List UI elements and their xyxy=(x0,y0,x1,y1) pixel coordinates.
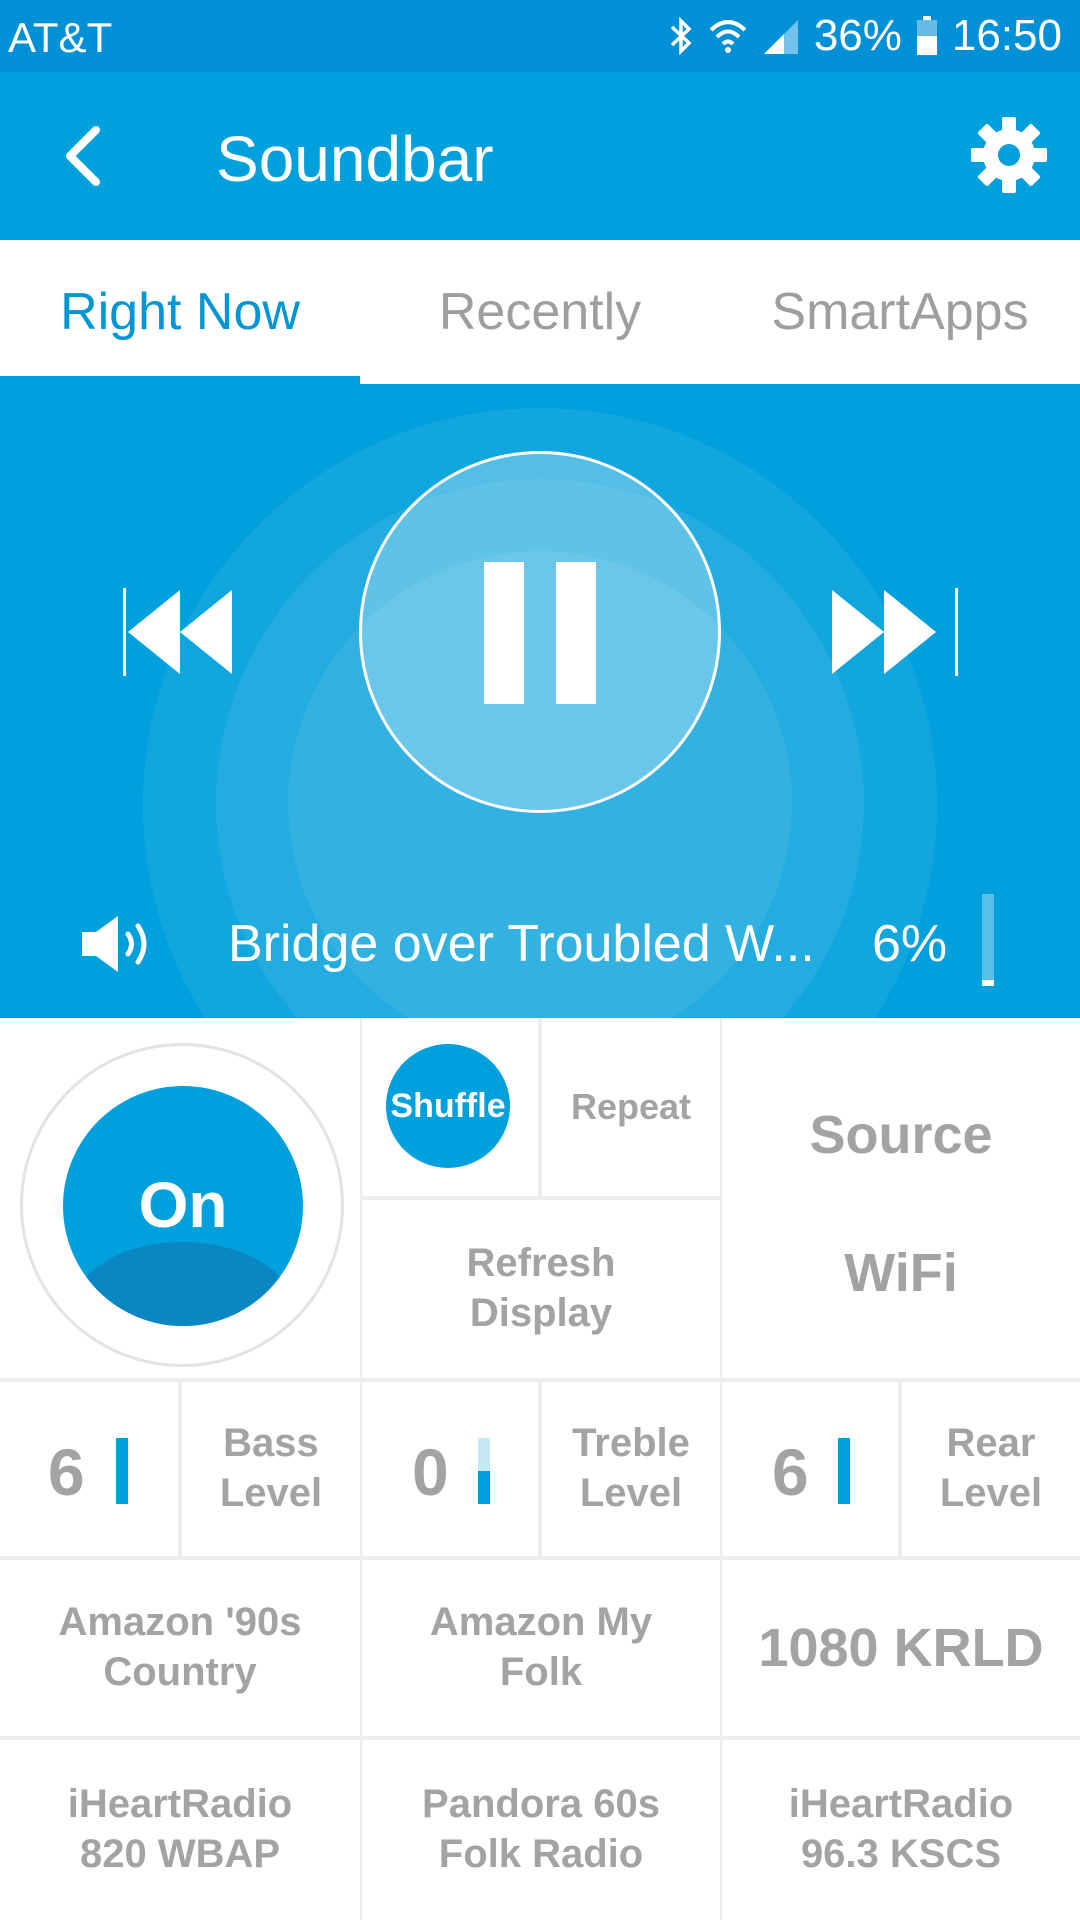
rear-level-label: Rear Level xyxy=(939,1421,1043,1515)
volume-percent: 6% xyxy=(872,915,948,973)
rear-level-button[interactable]: Rear Level xyxy=(902,1382,1080,1556)
repeat-button[interactable]: Repeat xyxy=(542,1018,720,1196)
control-grid: On Shuffle Repeat Source WiFi Refresh Di… xyxy=(0,1018,1080,1920)
preset-label: Amazon My Folk xyxy=(429,1600,653,1694)
treble-level-value-tile[interactable]: 0 xyxy=(362,1382,538,1556)
next-icon xyxy=(832,588,958,676)
source-value: WiFi xyxy=(844,1243,958,1303)
repeat-label: Repeat xyxy=(570,1085,692,1127)
power-tile: On xyxy=(0,1018,360,1378)
previous-track-button[interactable] xyxy=(120,584,252,680)
power-button-shade xyxy=(71,1242,295,1326)
pause-icon xyxy=(556,562,596,704)
rear-level-bar xyxy=(838,1438,850,1504)
refresh-display-button[interactable]: Refresh Display xyxy=(362,1200,720,1378)
tab-bar: Right Now Recently SmartApps xyxy=(0,240,1080,384)
volume-slider-fill xyxy=(982,980,994,986)
volume-button[interactable] xyxy=(80,912,162,976)
preset-tile[interactable]: 1080 KRLD xyxy=(722,1560,1080,1736)
preset-tile[interactable]: iHeartRadio 820 WBAP xyxy=(0,1740,360,1920)
source-button[interactable]: Source WiFi xyxy=(722,1018,1080,1378)
volume-slider[interactable] xyxy=(982,894,994,986)
refresh-display-label: Refresh Display xyxy=(466,1241,616,1335)
preset-tile[interactable]: iHeartRadio 96.3 KSCS xyxy=(722,1740,1080,1920)
battery-icon xyxy=(916,16,938,56)
player-panel: Bridge over Troubled W... 6% xyxy=(0,384,1080,1018)
source-label: Source xyxy=(809,1105,993,1165)
rear-level-bar-fill xyxy=(838,1438,850,1504)
wifi-icon xyxy=(708,16,748,56)
tab-recently[interactable]: Recently xyxy=(360,240,720,384)
gear-icon xyxy=(971,117,1047,193)
bass-level-bar-fill xyxy=(116,1438,128,1504)
next-track-button[interactable] xyxy=(828,584,960,680)
preset-label: Amazon '90s Country xyxy=(58,1600,302,1694)
signal-icon xyxy=(762,16,800,56)
pause-icon xyxy=(484,562,524,704)
bass-level-label: Bass Level xyxy=(219,1421,323,1515)
track-title: Bridge over Troubled W... xyxy=(228,915,815,973)
preset-tile[interactable]: Pandora 60s Folk Radio xyxy=(362,1740,720,1920)
pause-button[interactable] xyxy=(359,451,721,813)
preset-label: iHeartRadio 96.3 KSCS xyxy=(788,1782,1014,1876)
active-tab-indicator xyxy=(0,376,360,384)
power-button[interactable]: On xyxy=(63,1086,303,1326)
rear-level-value-tile[interactable]: 6 xyxy=(722,1382,898,1556)
preset-label: 1080 KRLD xyxy=(758,1617,1044,1678)
bass-level-button[interactable]: Bass Level xyxy=(182,1382,360,1556)
shuffle-button[interactable]: Shuffle xyxy=(386,1044,510,1168)
bass-level-value: 6 xyxy=(48,1435,85,1509)
power-label: On xyxy=(138,1169,228,1241)
bass-level-bar xyxy=(116,1438,128,1504)
carrier-label: AT&T xyxy=(8,14,113,61)
treble-level-button[interactable]: Treble Level xyxy=(542,1382,720,1556)
back-button[interactable] xyxy=(48,118,124,194)
status-icons: 36% 16:50 xyxy=(668,11,1062,60)
bass-level-value-tile[interactable]: 6 xyxy=(0,1382,178,1556)
bluetooth-icon xyxy=(668,16,694,56)
previous-icon xyxy=(123,588,232,676)
tab-smartapps[interactable]: SmartApps xyxy=(720,240,1080,384)
clock: 16:50 xyxy=(951,11,1062,60)
tab-right-now[interactable]: Right Now xyxy=(0,240,360,384)
treble-level-label: Treble Level xyxy=(572,1421,690,1515)
treble-level-bar xyxy=(478,1438,490,1504)
preset-tile[interactable]: Amazon '90s Country xyxy=(0,1560,360,1736)
page-title: Soundbar xyxy=(216,123,494,195)
battery-percent: 36% xyxy=(813,11,902,60)
preset-label: Pandora 60s Folk Radio xyxy=(422,1782,660,1876)
treble-level-bar-fill xyxy=(478,1471,490,1504)
chevron-left-icon xyxy=(66,126,100,186)
settings-button[interactable] xyxy=(970,116,1048,194)
status-bar: AT&T 36% 16:50 xyxy=(0,0,1080,72)
treble-level-value: 0 xyxy=(412,1435,449,1509)
speaker-icon xyxy=(82,916,147,972)
power-ring: On xyxy=(20,1043,344,1367)
preset-tile[interactable]: Amazon My Folk xyxy=(362,1560,720,1736)
preset-label: iHeartRadio 820 WBAP xyxy=(67,1782,293,1876)
app-bar: Soundbar xyxy=(0,72,1080,240)
shuffle-tile: Shuffle xyxy=(362,1018,538,1196)
rear-level-value: 6 xyxy=(772,1435,809,1509)
